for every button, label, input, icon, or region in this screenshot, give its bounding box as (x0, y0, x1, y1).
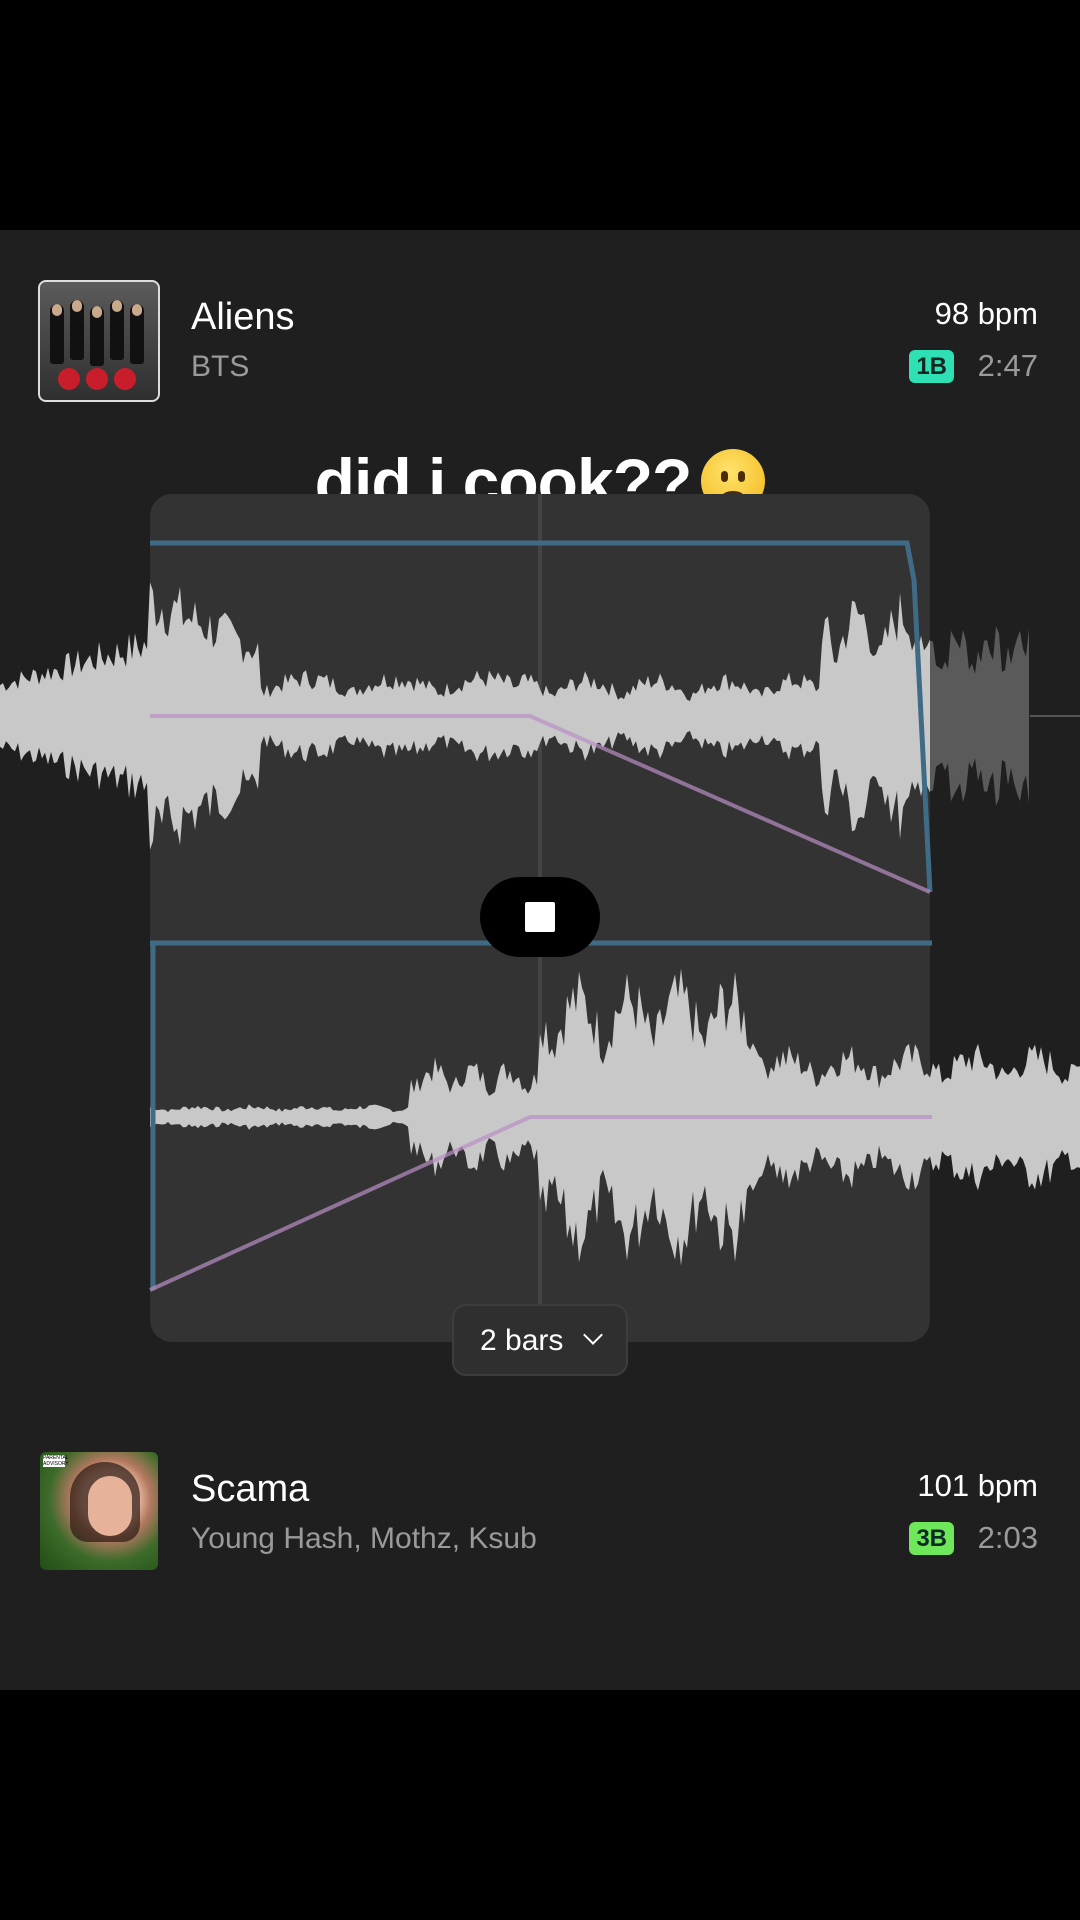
transition-length-select[interactable]: 2 bars (452, 1304, 628, 1376)
track-title: Scama (191, 1468, 310, 1510)
track-artist: Young Hash, Mothz, Ksub (191, 1522, 537, 1555)
stop-icon (525, 902, 555, 932)
transition-length-label: 2 bars (480, 1324, 564, 1357)
stop-button[interactable] (480, 877, 600, 957)
waveform-canvas[interactable] (0, 0, 1080, 1920)
album-art-scama: PARENTAL ADVISORY (40, 1452, 158, 1570)
track-row-scama[interactable]: PARENTAL ADVISORY Scama Young Hash, Moth… (0, 1452, 1080, 1572)
waveform-track-1-outside (930, 626, 1029, 806)
chevron-down-icon (583, 1325, 603, 1345)
key-badge: 3B (909, 1522, 954, 1555)
track-duration: 2:03 (977, 1520, 1038, 1555)
track-bpm: 101 bpm (917, 1468, 1038, 1503)
parental-advisory-icon: PARENTAL ADVISORY (43, 1455, 69, 1467)
